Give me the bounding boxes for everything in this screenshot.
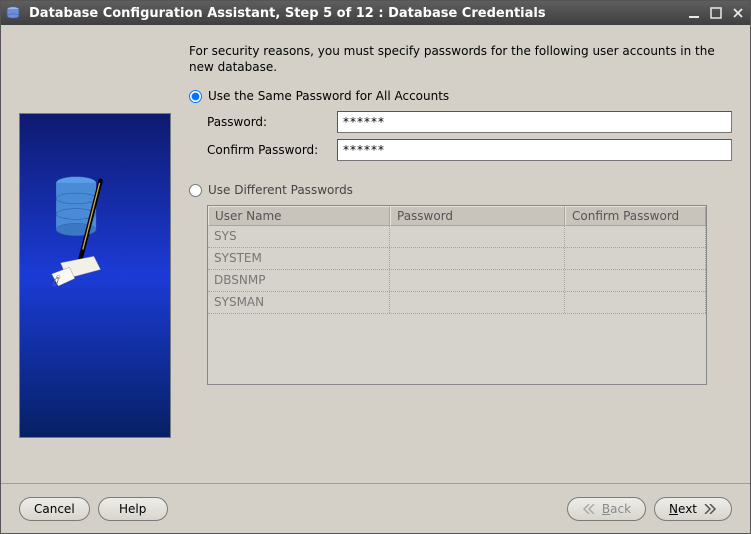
window-root: Database Configuration Assistant, Step 5… xyxy=(0,0,751,534)
table-row: SYS xyxy=(208,226,706,248)
accounts-table-header: User Name Password Confirm Password xyxy=(208,206,706,226)
radio-same-password[interactable]: Use the Same Password for All Accounts xyxy=(189,89,732,103)
table-row: SYSTEM xyxy=(208,248,706,270)
cell-confirm-password[interactable] xyxy=(565,226,706,247)
cell-confirm-password[interactable] xyxy=(565,292,706,313)
app-icon xyxy=(5,5,21,21)
same-password-fields: Password: Confirm Password: xyxy=(207,111,732,167)
column-user-name: User Name xyxy=(208,206,390,226)
chevron-right-icon xyxy=(703,504,717,514)
back-button[interactable]: Back xyxy=(567,497,646,521)
radio-same-password-label: Use the Same Password for All Accounts xyxy=(208,89,449,103)
window-title: Database Configuration Assistant, Step 5… xyxy=(29,6,686,21)
password-input[interactable] xyxy=(337,111,732,133)
cell-user: DBSNMP xyxy=(208,270,390,291)
next-button-label: Next xyxy=(669,502,697,516)
column-password: Password xyxy=(390,206,565,226)
footer-bar: Cancel Help Back Next xyxy=(1,483,750,533)
window-buttons xyxy=(686,5,746,21)
cell-user: SYSTEM xyxy=(208,248,390,269)
password-label: Password: xyxy=(207,115,327,129)
cell-password[interactable] xyxy=(390,226,565,247)
radio-same-password-input[interactable] xyxy=(189,90,202,103)
help-button[interactable]: Help xyxy=(98,497,168,521)
cell-user: SYS xyxy=(208,226,390,247)
cell-password[interactable] xyxy=(390,248,565,269)
next-button[interactable]: Next xyxy=(654,497,732,521)
column-confirm-password: Confirm Password xyxy=(565,206,706,226)
cell-confirm-password[interactable] xyxy=(565,270,706,291)
confirm-password-input[interactable] xyxy=(337,139,732,161)
main-panel: For security reasons, you must specify p… xyxy=(189,43,732,475)
close-button[interactable] xyxy=(730,5,746,21)
accounts-table: User Name Password Confirm Password SYS … xyxy=(207,205,707,385)
intro-text: For security reasons, you must specify p… xyxy=(189,43,732,75)
cell-confirm-password[interactable] xyxy=(565,248,706,269)
table-row: DBSNMP xyxy=(208,270,706,292)
radio-different-passwords-label: Use Different Passwords xyxy=(208,183,353,197)
confirm-password-row: Confirm Password: xyxy=(207,139,732,161)
back-button-label: Back xyxy=(602,502,631,516)
content-area: For security reasons, you must specify p… xyxy=(1,25,750,483)
titlebar: Database Configuration Assistant, Step 5… xyxy=(1,1,750,25)
wizard-banner-image xyxy=(19,113,171,438)
minimize-button[interactable] xyxy=(686,5,702,21)
password-row: Password: xyxy=(207,111,732,133)
radio-different-passwords[interactable]: Use Different Passwords xyxy=(189,183,732,197)
cancel-button[interactable]: Cancel xyxy=(19,497,90,521)
maximize-button[interactable] xyxy=(708,5,724,21)
accounts-table-body: SYS SYSTEM DBSNMP SY xyxy=(208,226,706,384)
cell-password[interactable] xyxy=(390,292,565,313)
chevron-left-icon xyxy=(582,504,596,514)
cell-user: SYSMAN xyxy=(208,292,390,313)
table-row: SYSMAN xyxy=(208,292,706,314)
radio-different-passwords-input[interactable] xyxy=(189,184,202,197)
confirm-password-label: Confirm Password: xyxy=(207,143,327,157)
cell-password[interactable] xyxy=(390,270,565,291)
